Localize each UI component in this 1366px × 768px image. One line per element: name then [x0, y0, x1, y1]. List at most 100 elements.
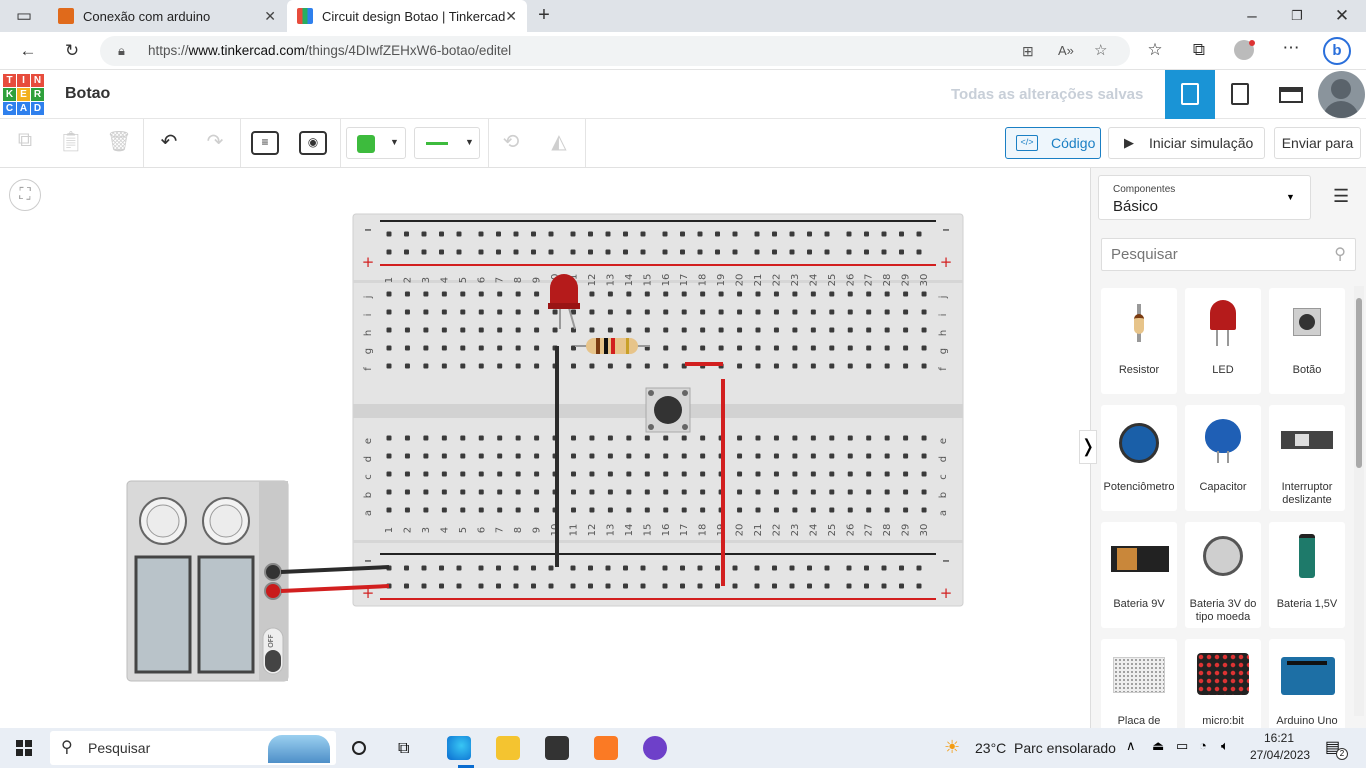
breadboard-hole[interactable] — [916, 565, 922, 571]
breadboard-hole[interactable] — [460, 471, 466, 477]
breadboard-hole[interactable] — [829, 453, 835, 459]
breadboard-hole[interactable] — [478, 583, 484, 589]
breadboard-hole[interactable] — [663, 489, 669, 495]
breadboard-hole[interactable] — [589, 363, 595, 369]
breadboard-hole[interactable] — [754, 583, 760, 589]
breadboard-hole[interactable] — [386, 291, 392, 297]
breadboard-hole[interactable] — [644, 309, 650, 315]
breadboard-hole[interactable] — [864, 231, 869, 237]
breadboard-hole[interactable] — [700, 507, 706, 513]
breadboard-hole[interactable] — [423, 291, 429, 297]
breadboard-hole[interactable] — [626, 471, 632, 477]
breadboard-hole[interactable] — [623, 231, 628, 237]
breadboard-hole[interactable] — [755, 489, 761, 495]
breadboard-hole[interactable] — [552, 309, 558, 315]
breadboard-hole[interactable] — [663, 363, 669, 369]
rotate-icon[interactable]: ⟲ — [496, 129, 526, 154]
breadboard-hole[interactable] — [513, 565, 519, 571]
breadboard-hole[interactable] — [460, 327, 466, 333]
breadboard-hole[interactable] — [773, 435, 779, 441]
delete-icon[interactable]: 🗑︎ — [104, 129, 134, 154]
breadboard-hole[interactable] — [847, 327, 853, 333]
breadboard-hole[interactable] — [663, 435, 669, 441]
breadboard-hole[interactable] — [824, 231, 830, 237]
breadboard-hole[interactable] — [626, 309, 632, 315]
breadboard-hole[interactable] — [589, 309, 595, 315]
send-to-button[interactable]: Enviar para — [1274, 127, 1361, 159]
breadboard-hole[interactable] — [478, 453, 484, 459]
breadboard-hole[interactable] — [846, 583, 852, 589]
breadboard-hole[interactable] — [478, 363, 484, 369]
breadboard-hole[interactable] — [829, 435, 835, 441]
breadboard-hole[interactable] — [626, 291, 632, 297]
breadboard-hole[interactable] — [513, 249, 519, 255]
breadboard-hole[interactable] — [884, 327, 890, 333]
breadboard-hole[interactable] — [846, 565, 852, 571]
breadboard-hole[interactable] — [737, 327, 743, 333]
breadboard-hole[interactable] — [439, 231, 444, 237]
breadboard-hole[interactable] — [921, 363, 927, 369]
breadboard-hole[interactable] — [773, 345, 779, 351]
breadboard-hole[interactable] — [697, 565, 703, 571]
breadboard-hole[interactable] — [864, 565, 869, 571]
breadboard-hole[interactable] — [680, 565, 685, 571]
clock-time[interactable]: 16:21 — [1250, 731, 1308, 745]
breadboard-hole[interactable] — [829, 471, 835, 477]
component-list-view-icon[interactable] — [1279, 87, 1303, 103]
breadboard-hole[interactable] — [921, 489, 927, 495]
breadboard-hole[interactable] — [515, 507, 521, 513]
weather-temp[interactable]: 23°C — [975, 740, 1006, 756]
breadboard-hole[interactable] — [607, 435, 613, 441]
start-icon[interactable] — [16, 740, 32, 756]
minimize-icon[interactable]: – — [1242, 6, 1262, 26]
breadboard-hole[interactable] — [866, 345, 872, 351]
breadboard-hole[interactable] — [423, 363, 429, 369]
breadboard-hole[interactable] — [497, 489, 503, 495]
breadboard-hole[interactable] — [404, 565, 409, 571]
circuit-canvas[interactable]: ⛶ 11223344556677889910101111121213131414… — [0, 168, 1090, 728]
breadboard-hole[interactable] — [810, 327, 816, 333]
breadboard-hole[interactable] — [847, 345, 853, 351]
breadboard-hole[interactable] — [903, 327, 909, 333]
breadboard-hole[interactable] — [773, 327, 779, 333]
breadboard-hole[interactable] — [663, 471, 669, 477]
breadboard-hole[interactable] — [810, 471, 816, 477]
breadboard-hole[interactable] — [534, 471, 540, 477]
breadboard-hole[interactable] — [588, 249, 593, 255]
component-card[interactable]: Arduino Uno — [1269, 639, 1345, 728]
breadboard-hole[interactable] — [847, 471, 853, 477]
breadboard-hole[interactable] — [792, 453, 798, 459]
breadboard-hole[interactable] — [478, 507, 484, 513]
breadboard-hole[interactable] — [662, 249, 668, 255]
breadboard-hole[interactable] — [571, 309, 576, 315]
circuit-view-button[interactable] — [1165, 70, 1215, 119]
breadboard-hole[interactable] — [626, 435, 632, 441]
breadboard-hole[interactable] — [515, 471, 521, 477]
breadboard-hole[interactable] — [866, 291, 872, 297]
breadboard-hole[interactable] — [441, 435, 447, 441]
breadboard-hole[interactable] — [478, 327, 484, 333]
breadboard-hole[interactable] — [903, 291, 909, 297]
breadboard-hole[interactable] — [404, 309, 410, 315]
component-card[interactable]: Bateria 9V — [1101, 522, 1177, 628]
tab-actions-icon[interactable]: ▭ — [14, 6, 34, 26]
breadboard-hole[interactable] — [680, 249, 685, 255]
breadboard-hole[interactable] — [697, 249, 703, 255]
breadboard-hole[interactable] — [456, 583, 462, 589]
breadboard-hole[interactable] — [737, 345, 743, 351]
breadboard-hole[interactable] — [534, 453, 540, 459]
breadboard-hole[interactable] — [404, 231, 409, 237]
breadboard-hole[interactable] — [460, 435, 466, 441]
breadboard-hole[interactable] — [607, 507, 613, 513]
breadboard-hole[interactable] — [663, 453, 669, 459]
breadboard-hole[interactable] — [404, 489, 410, 495]
breadboard-hole[interactable] — [755, 507, 761, 513]
breadboard-hole[interactable] — [588, 565, 593, 571]
breadboard-hole[interactable] — [460, 507, 466, 513]
breadboard-hole[interactable] — [773, 453, 779, 459]
breadboard-hole[interactable] — [441, 489, 447, 495]
breadboard-hole[interactable] — [534, 291, 540, 297]
breadboard-hole[interactable] — [899, 231, 904, 237]
breadboard-hole[interactable] — [847, 309, 853, 315]
breadboard-hole[interactable] — [548, 249, 554, 255]
